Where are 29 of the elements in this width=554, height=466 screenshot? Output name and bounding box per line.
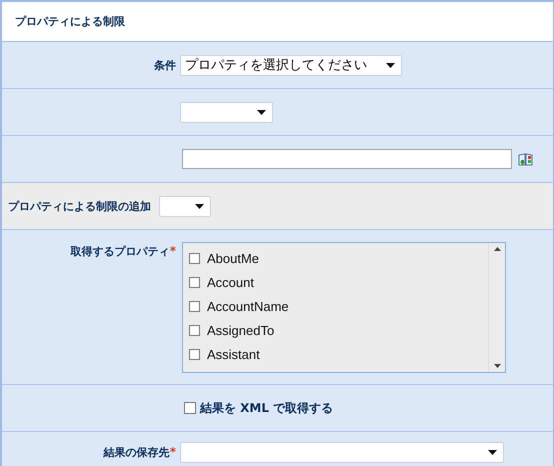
caret-icon: [386, 62, 395, 68]
property-label: Assistant: [207, 346, 260, 362]
input-field[interactable]: [182, 149, 512, 169]
checkbox[interactable]: [189, 324, 200, 336]
caret-icon: [257, 110, 266, 114]
field-label: 取得するプロパティ: [70, 244, 170, 259]
property-label: AccountName: [207, 298, 289, 314]
checkbox[interactable]: [189, 300, 200, 312]
dropdown[interactable]: [159, 196, 211, 216]
scroll-up-icon[interactable]: [494, 247, 500, 251]
checkbox[interactable]: [189, 348, 200, 360]
property-label: Account: [207, 274, 254, 290]
section-title: プロパティによる制限: [15, 14, 125, 29]
property-label: AboutMe: [207, 250, 260, 266]
checkbox[interactable]: [189, 252, 200, 264]
caret-icon: [488, 450, 497, 454]
required-mark: *: [170, 444, 176, 460]
field-label: 結果を XML で取得する: [200, 400, 334, 416]
checkbox[interactable]: [189, 276, 200, 288]
field-label: 結果の保存先: [104, 444, 170, 460]
field-label: 条件: [154, 58, 176, 72]
checkbox[interactable]: [184, 402, 196, 414]
required-mark: *: [170, 244, 176, 259]
scroll-down-icon[interactable]: [494, 364, 500, 368]
book-icon[interactable]: [518, 152, 533, 166]
field-label: プロパティによる制限の追加: [8, 198, 151, 214]
property-label: AssignedTo: [207, 322, 274, 338]
caret-icon: [195, 204, 204, 208]
dropdown[interactable]: プロパティを選択してください: [180, 54, 402, 76]
